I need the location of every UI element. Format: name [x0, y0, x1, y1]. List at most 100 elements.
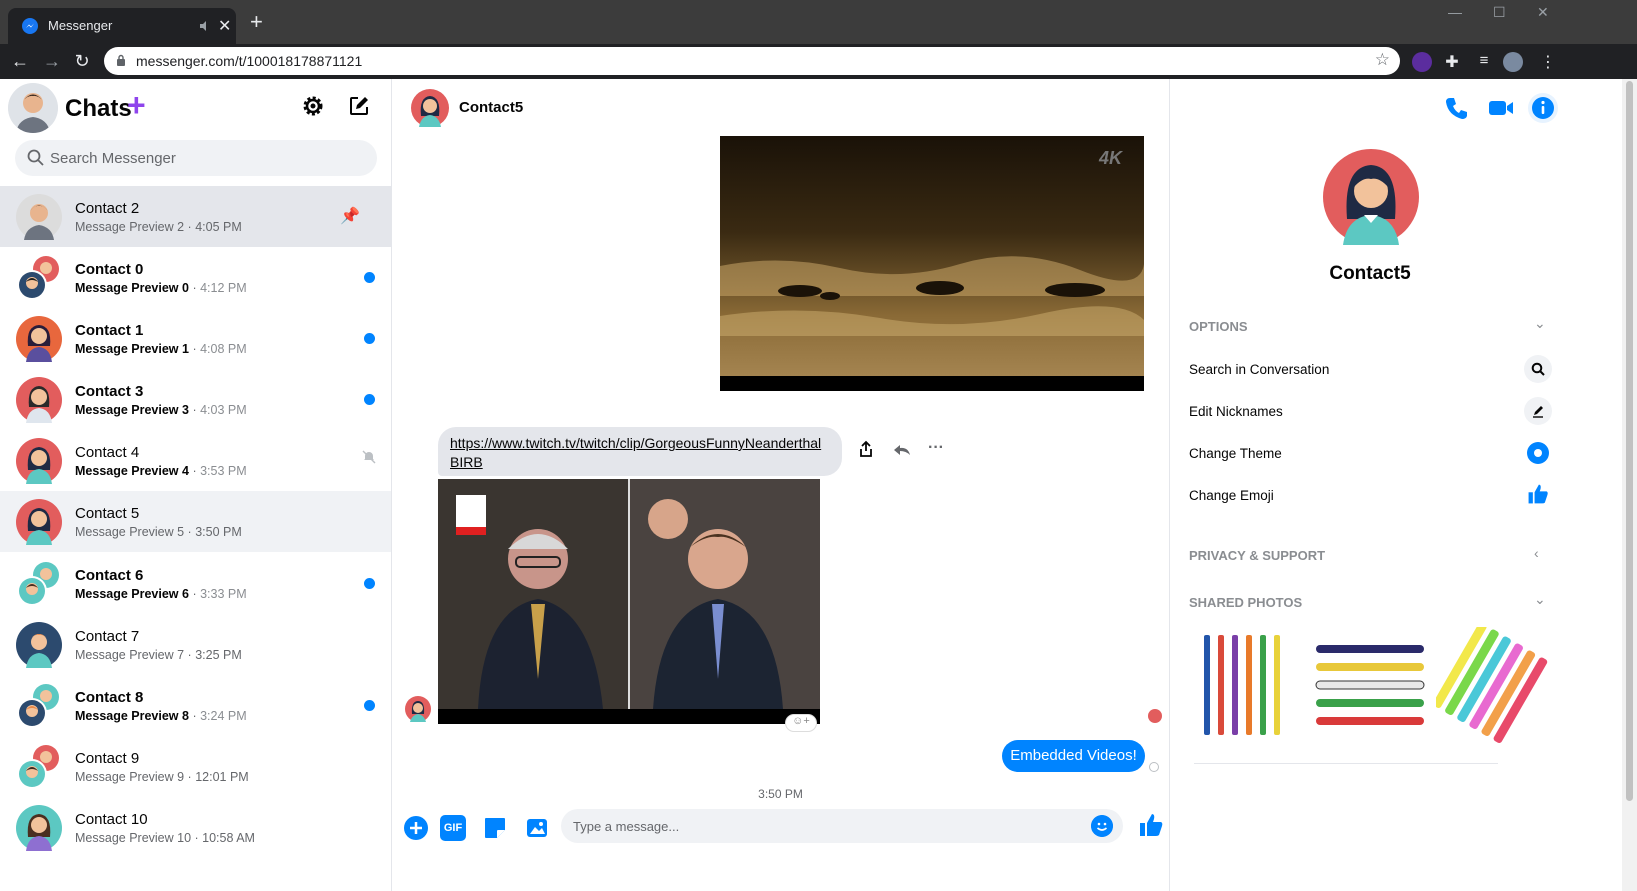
info-icon[interactable] [1528, 93, 1558, 123]
conversation-preview: Message Preview 3 · 4:03 PM [75, 403, 247, 417]
conversation-preview: Message Preview 4 · 3:53 PM [75, 464, 247, 478]
shared-photo[interactable] [1312, 627, 1428, 743]
minimize-icon[interactable]: — [1448, 4, 1462, 20]
conversation-contact-5[interactable]: Contact 5 Message Preview 5 · 3:50 PM [0, 491, 391, 552]
shared-photos-section-title[interactable]: SHARED PHOTOS [1189, 595, 1302, 610]
more-icon[interactable]: ··· [928, 439, 944, 457]
option-change-theme[interactable]: Change Theme [1189, 446, 1282, 461]
sticker-icon[interactable] [482, 815, 508, 841]
pin-icon[interactable]: 📌 [340, 206, 360, 226]
lock-icon [117, 54, 125, 66]
share-icon[interactable] [858, 440, 874, 458]
search-messenger-input[interactable]: Search Messenger [15, 140, 377, 176]
browser-menu-icon[interactable]: ⋮ [1538, 52, 1558, 72]
compose-button[interactable] [341, 88, 377, 124]
settings-button[interactable] [295, 88, 331, 124]
link-message-bubble[interactable]: https://www.twitch.tv/twitch/clip/Gorgeo… [438, 427, 842, 476]
mute-icon[interactable] [362, 450, 376, 464]
compose-icon [350, 97, 368, 115]
emoji-icon[interactable] [1091, 815, 1113, 837]
chevron-down-icon[interactable]: ⌄ [1534, 315, 1546, 332]
embedded-video-clip[interactable] [438, 479, 820, 724]
tab-title: Messenger [48, 18, 113, 33]
phone-icon[interactable] [1442, 93, 1472, 123]
group-avatar [17, 745, 59, 789]
like-emoji-icon[interactable] [1524, 480, 1552, 508]
conversation-preview: Message Preview 7 · 3:25 PM [75, 648, 242, 662]
option-edit-nicknames[interactable]: Edit Nicknames [1189, 404, 1283, 419]
group-avatar [17, 684, 59, 728]
privacy-section-title[interactable]: PRIVACY & SUPPORT [1189, 548, 1325, 563]
conversation-name: Contact 6 [75, 567, 144, 584]
my-avatar[interactable] [8, 83, 58, 133]
theme-color-icon[interactable] [1524, 439, 1552, 467]
conversation-preview: Message Preview 1 · 4:08 PM [75, 342, 247, 356]
conversation-contact-6[interactable]: Contact 6 Message Preview 6 · 3:33 PM [0, 553, 391, 614]
shared-photo[interactable] [1188, 627, 1304, 743]
scrollbar-thumb[interactable] [1626, 81, 1633, 801]
conversation-preview: Message Preview 5 · 3:50 PM [75, 525, 242, 539]
conversation-name: Contact 10 [75, 811, 148, 828]
extensions-puzzle-icon[interactable]: ✚ [1442, 52, 1462, 72]
tab-audio-icon[interactable] [198, 19, 212, 33]
bookmark-star-icon[interactable]: ☆ [1375, 50, 1390, 70]
conversation-preview: Message Preview 2 · 4:05 PM [75, 220, 242, 234]
conversation-contact-10[interactable]: Contact 10 Message Preview 10 · 10:58 AM [0, 797, 391, 858]
settings-icon [303, 96, 323, 116]
avatar [16, 805, 62, 851]
browser-tab[interactable]: Messenger ✕ [8, 8, 236, 44]
conversation-contact-4[interactable]: Contact 4 Message Preview 4 · 3:53 PM [0, 430, 391, 491]
messenger-app: Chats + Search Messenger Contact 2 Messa… [0, 79, 1637, 891]
chat-panel: Contact5 4K https://www.twitch.tv/twitch… [393, 79, 1168, 891]
conversation-name: Contact 2 [75, 200, 140, 217]
embedded-video-4k[interactable]: 4K [720, 136, 1144, 391]
message-input[interactable]: Type a message... [561, 809, 1123, 843]
video-call-icon[interactable] [1486, 93, 1516, 123]
new-tab-button[interactable]: + [250, 11, 263, 33]
chat-sidebar: Chats + Search Messenger Contact 2 Messa… [0, 79, 392, 891]
tab-close-icon[interactable]: ✕ [218, 16, 231, 36]
contact-profile-avatar[interactable] [1323, 149, 1419, 245]
options-section-title[interactable]: OPTIONS [1189, 319, 1248, 334]
unread-indicator [364, 394, 375, 405]
conversation-contact-9[interactable]: Contact 9 Message Preview 9 · 12:01 PM [0, 736, 391, 797]
conversation-contact-0[interactable]: Contact 0 Message Preview 0 · 4:12 PM [0, 247, 391, 308]
profile-avatar[interactable] [1503, 52, 1523, 72]
chevron-down-icon[interactable]: ⌄ [1534, 591, 1546, 608]
back-icon[interactable]: ← [8, 50, 32, 74]
pencil-icon[interactable] [1524, 397, 1552, 425]
address-bar[interactable]: messenger.com/t/100018178871121 ☆ [104, 47, 1400, 75]
chat-contact-name[interactable]: Contact5 [459, 99, 523, 116]
conversation-contact-8[interactable]: Contact 8 Message Preview 8 · 3:24 PM [0, 675, 391, 736]
unread-indicator [364, 333, 375, 344]
close-window-icon[interactable]: ✕ [1537, 4, 1549, 21]
gif-icon[interactable]: GIF [440, 815, 466, 841]
search-icon[interactable] [1524, 355, 1552, 383]
conversation-contact-7[interactable]: Contact 7 Message Preview 7 · 3:25 PM [0, 614, 391, 675]
reload-icon[interactable]: ↻ [70, 50, 94, 74]
conversation-contact-1[interactable]: Contact 1 Message Preview 1 · 4:08 PM [0, 308, 391, 369]
group-avatar [17, 562, 59, 606]
media-control-icon[interactable]: ≡ [1474, 52, 1494, 72]
maximize-icon[interactable]: ☐ [1493, 4, 1506, 21]
option-change-emoji[interactable]: Change Emoji [1189, 488, 1274, 503]
avatar [16, 622, 62, 668]
reply-icon[interactable] [893, 444, 911, 456]
conversation-contact-2[interactable]: Contact 2 Message Preview 2 · 4:05 PM 📌 [0, 186, 391, 247]
like-icon[interactable] [1137, 811, 1165, 839]
shared-photo[interactable] [1436, 627, 1552, 743]
outgoing-message[interactable]: Embedded Videos! [1002, 740, 1145, 772]
conversation-contact-3[interactable]: Contact 3 Message Preview 3 · 4:03 PM [0, 369, 391, 430]
chevron-left-icon[interactable]: ‹ [1534, 545, 1539, 561]
add-reaction-button[interactable]: ☺+ [785, 714, 817, 732]
image-icon[interactable] [524, 815, 550, 841]
conversation-preview: Message Preview 0 · 4:12 PM [75, 281, 247, 295]
page-scrollbar[interactable] [1622, 79, 1637, 891]
contact-avatar[interactable] [411, 89, 449, 127]
avatar [16, 438, 62, 484]
extension-icon[interactable] [1412, 52, 1432, 72]
forward-icon[interactable]: → [40, 50, 64, 74]
option-search-in-conversation[interactable]: Search in Conversation [1189, 362, 1329, 377]
seen-indicator [1148, 709, 1162, 723]
plus-icon[interactable] [403, 815, 429, 841]
